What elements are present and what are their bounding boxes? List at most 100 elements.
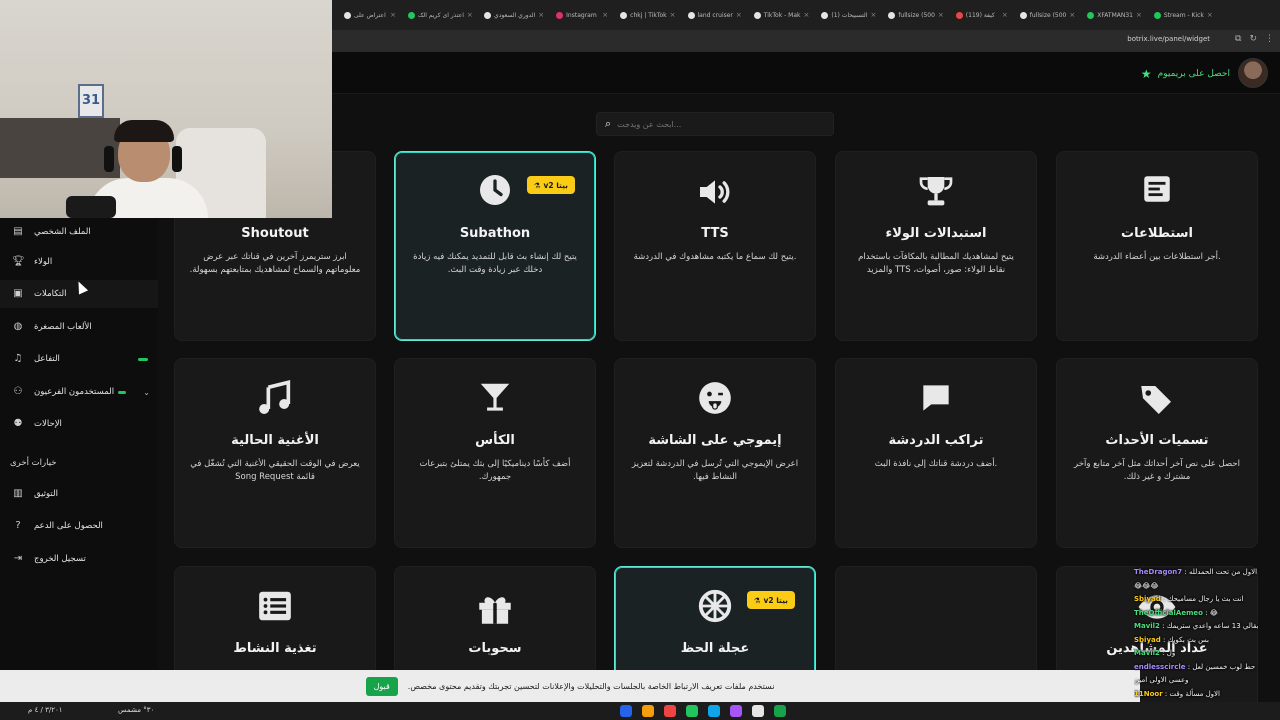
browser-tab[interactable]: fullsize (500 × — [884, 4, 947, 26]
chat-username[interactable]: Sbiyad — [1134, 636, 1161, 644]
chat-username[interactable]: TheDragon7 — [1134, 568, 1182, 576]
app-icon[interactable] — [730, 705, 742, 717]
accept-cookies-button[interactable]: قبول — [365, 676, 398, 696]
app-icon[interactable] — [620, 705, 632, 717]
card-title: تغذية النشاط — [233, 641, 317, 656]
app-icon[interactable] — [642, 705, 654, 717]
sidebar-item-label: الحصول على الدعم — [34, 521, 103, 531]
search-input[interactable] — [617, 119, 808, 129]
sidebar-item-profile[interactable]: ▤ الملف الشخصي — [0, 218, 158, 246]
sidebar-item-label: الإحالات — [34, 419, 62, 429]
clock-icon — [473, 172, 517, 212]
sidebar-item-label: التوثيق — [34, 489, 58, 499]
widget-card-2[interactable]: استبدالات الولاء يتيح لمشاهديك المطالبة ب… — [835, 151, 1037, 341]
browser-tab[interactable]: Instagram × — [552, 4, 612, 26]
sidebar-item-documentation[interactable]: ▥ التوثيق — [0, 480, 158, 508]
os-taskbar: ٣/٢٠١ / ٤ م ٣٠° مشمس — [0, 702, 1280, 720]
chat-message: 11Noor : الاول مسألة وقت — [1134, 688, 1280, 702]
widget-card-3[interactable]: TTS .يتيح لك سماع ما يكتبه مشاهدوك في الد… — [614, 151, 816, 341]
close-icon[interactable]: × — [390, 11, 396, 19]
app-icon[interactable] — [774, 705, 786, 717]
url-text[interactable]: botrix.live/panel/widget — [1127, 35, 1210, 43]
browser-tab[interactable]: Stream - Kick × — [1150, 4, 1217, 26]
sidebar-item-loyalty[interactable]: 🏆︎ الولاء — [0, 248, 158, 276]
close-icon[interactable]: × — [736, 11, 742, 19]
close-icon[interactable]: × — [1069, 11, 1075, 19]
chat-username[interactable]: Sbiyad — [1134, 595, 1161, 603]
widget-card-7[interactable]: تراكب الدردشة .أضف دردشة قناتك إلى نافذة … — [835, 358, 1037, 548]
sidebar-item-label: المستخدمون الفرعيون — [34, 387, 115, 397]
trophy-icon — [914, 172, 958, 212]
card-title: الكأس — [475, 433, 515, 448]
card-description: .يتيح لك سماع ما يكتبه مشاهدوك في الدردش… — [633, 252, 797, 262]
sidebar-item-minigames[interactable]: ◍ الألعاب المصغرة — [0, 313, 158, 341]
chat-username[interactable]: Mavil2 — [1134, 622, 1160, 630]
search-icon: ⌕ — [605, 117, 612, 130]
sidebar-item-referrals[interactable]: ⚉ الإحالات — [0, 410, 158, 438]
browser-tab[interactable]: الدوري السعودي × — [480, 4, 548, 26]
app-icon[interactable] — [686, 705, 698, 717]
avatar[interactable] — [1238, 58, 1268, 88]
app-icon[interactable] — [664, 705, 676, 717]
close-icon[interactable]: × — [938, 11, 944, 19]
close-icon[interactable]: × — [1207, 11, 1213, 19]
browser-tab[interactable]: land cruiser × — [684, 4, 746, 26]
close-icon[interactable]: × — [538, 11, 544, 19]
sidebar-item-logout[interactable]: ⇥ تسجيل الخروج — [0, 545, 158, 573]
card-title: سحوبات — [468, 641, 522, 656]
chat-username[interactable]: 11Noor — [1134, 690, 1163, 698]
close-icon[interactable]: × — [670, 11, 676, 19]
chat-text: 😂😂😂 — [1134, 581, 1159, 590]
close-icon[interactable]: × — [467, 11, 473, 19]
sidebar-item-interaction[interactable]: ♫ التفاعل — [0, 345, 158, 373]
microphone-icon — [66, 196, 116, 218]
widget-card-9[interactable]: الكأس أضف كأسًا ديناميكيًا إلى بثك يمتلئ … — [394, 358, 596, 548]
reload-icon[interactable]: ↻ — [1249, 34, 1257, 44]
chat-username[interactable]: TheOfficialAemeo — [1134, 609, 1203, 617]
close-icon[interactable]: × — [870, 11, 876, 19]
close-icon[interactable]: × — [804, 11, 810, 19]
taskbar-weather[interactable]: ٣٠° مشمس — [118, 706, 154, 714]
tab-label: chkj | TikTok — [630, 11, 667, 19]
browser-tab[interactable]: TikTok - Mak × — [750, 4, 814, 26]
widget-search[interactable]: ⌕ — [596, 112, 834, 136]
chat-username[interactable]: Mavil2 — [1134, 649, 1160, 657]
browser-tab[interactable]: اعتراض علی × — [340, 4, 400, 26]
screen: اعتراض علی × اعتذر ای کریم الک × الدوري السع… — [0, 0, 1280, 720]
widget-card-6[interactable]: تسميات الأحداث احصل على نص آخر أحداثك مثل… — [1056, 358, 1258, 548]
tab-favicon-icon — [955, 11, 963, 19]
other-options-title: خيارات أخرى — [10, 458, 57, 468]
close-icon[interactable]: × — [1136, 11, 1142, 19]
browser-tab[interactable]: (119) كيفة × — [952, 4, 1012, 26]
chat-message: وعسى الاولى امين — [1134, 674, 1280, 688]
sidebar-item-support[interactable]: ? الحصول على الدعم — [0, 512, 158, 540]
chevron-down-icon[interactable]: ⌄ — [143, 388, 150, 397]
get-premium-link[interactable]: احصل على بريميوم ★ — [1141, 67, 1230, 81]
taskbar-clock[interactable]: ٣/٢٠١ / ٤ م — [28, 706, 63, 714]
widget-card-4[interactable]: Subathon يتيح لك إنشاء بث قابل للتمديد يم… — [394, 151, 596, 341]
browser-tab[interactable]: اعتذر ای کریم الک × — [404, 4, 476, 26]
card-description: أضف كأسًا ديناميكيًا إلى بثك يمتلئ بتبرع… — [419, 459, 571, 482]
app-icon[interactable] — [708, 705, 720, 717]
browser-tab[interactable]: (1) التسبيحات × — [817, 4, 880, 26]
card-description: ابرز ستريمرز آخرين في قناتك عبر عرض معلو… — [189, 252, 361, 275]
menu-icon[interactable]: ⋮ — [1265, 34, 1274, 44]
tab-label: Stream - Kick — [1163, 11, 1204, 19]
chat-text: : بس بث بكويك — [1162, 635, 1210, 644]
chat-username[interactable]: endlesscircle — [1134, 663, 1186, 671]
widget-card-10[interactable]: الأغنية الحالية يعرض في الوقت الحقيقي الأ… — [174, 358, 376, 548]
close-icon[interactable]: × — [602, 11, 608, 19]
browser-tab[interactable]: chkj | TikTok × — [616, 4, 679, 26]
widget-card-8[interactable]: إيموجي على الشاشة اعرض الإيموجي التي تُرس… — [614, 358, 816, 548]
card-title: تسميات الأحداث — [1105, 433, 1209, 448]
card-icon — [914, 587, 958, 627]
close-icon[interactable]: × — [1002, 11, 1008, 19]
widget-card-1[interactable]: استطلاعات .أجر استطلاعات بين أعضاء الدردش… — [1056, 151, 1258, 341]
browser-tab[interactable]: fullsize (500 × — [1016, 4, 1079, 26]
app-icon[interactable] — [752, 705, 764, 717]
users-icon: ⚇ — [13, 386, 23, 397]
card-title: TTS — [701, 226, 729, 241]
extensions-icon[interactable]: ⧉ — [1235, 34, 1241, 44]
browser-tab[interactable]: XFATMAN31 × — [1083, 4, 1146, 26]
sidebar-item-subusers[interactable]: ⚇ المستخدمون الفرعيون ⌄ — [0, 378, 158, 406]
